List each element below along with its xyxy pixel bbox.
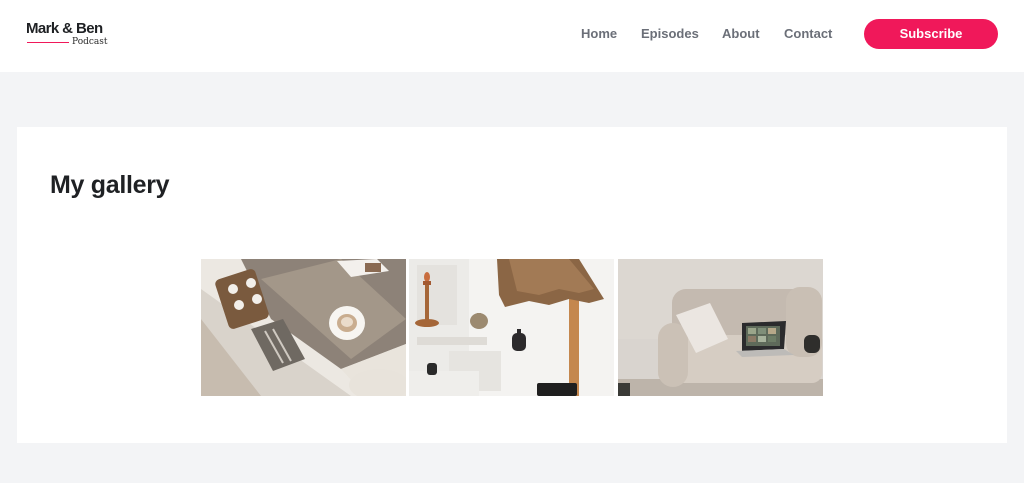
nav-contact[interactable]: Contact	[784, 0, 832, 72]
brand-tagline: Podcast	[72, 37, 108, 47]
brand-logo[interactable]: Mark & Ben Podcast	[26, 20, 116, 50]
nav-episodes[interactable]: Episodes	[641, 0, 699, 72]
gallery-image-coffee-table[interactable]	[201, 259, 406, 396]
image-gallery	[201, 259, 823, 396]
page-title: My gallery	[50, 171, 170, 199]
nav-home[interactable]: Home	[581, 0, 617, 72]
site-header: Mark & Ben Podcast Home Episodes About C…	[0, 0, 1024, 72]
subscribe-button[interactable]: Subscribe	[864, 19, 998, 49]
nav-about[interactable]: About	[722, 0, 760, 72]
brand-underline	[27, 42, 69, 43]
gallery-image-sofa-laptop[interactable]	[618, 259, 823, 396]
gallery-image-shelf-lamp[interactable]	[409, 259, 614, 396]
gallery-card: My gallery	[17, 127, 1007, 443]
brand-name: Mark & Ben	[26, 20, 103, 37]
